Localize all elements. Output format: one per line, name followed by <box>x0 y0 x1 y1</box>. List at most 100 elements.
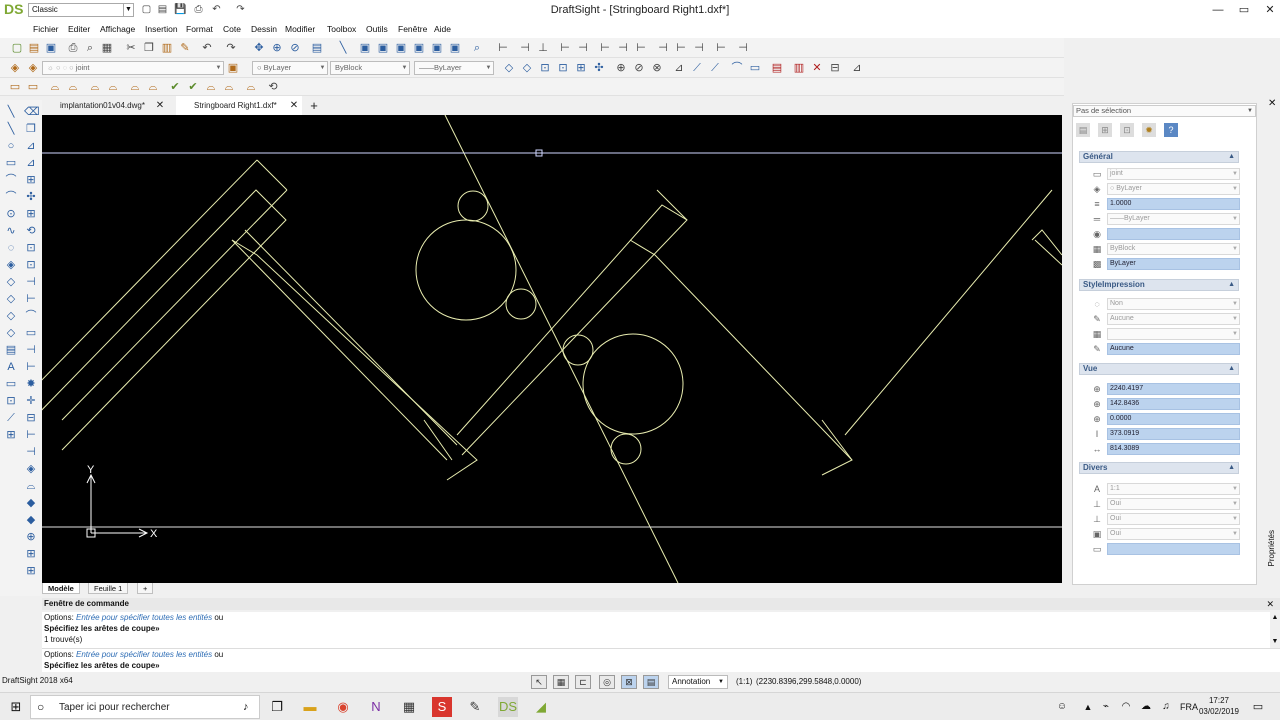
menu-aide[interactable]: Aide <box>434 22 451 36</box>
boundary-icon[interactable]: ◇ <box>4 292 18 306</box>
new-icon[interactable]: ▢ <box>10 41 24 55</box>
print-icon[interactable]: ⎙ <box>192 3 205 16</box>
lock-icon[interactable]: ⌓ <box>244 80 258 94</box>
copy-icon[interactable]: ❐ <box>142 41 156 55</box>
prop-linetype[interactable]: ——ByLayer ▼ <box>1107 213 1240 225</box>
drawing-canvas[interactable]: Y X <box>42 115 1062 583</box>
onenote-icon[interactable]: N <box>366 697 386 717</box>
snap-tool-icon[interactable]: ⊕ <box>24 530 38 544</box>
wifi-icon[interactable]: ◠ <box>1116 697 1136 717</box>
extend-tool-icon[interactable]: ⊢ <box>24 292 38 306</box>
align-icon[interactable]: ⊟ <box>828 61 842 75</box>
people-icon[interactable]: ☺ <box>1052 697 1072 717</box>
taskbar-search[interactable]: ○ Taper ici pour rechercher ♪ <box>30 695 260 719</box>
divide-tool-icon[interactable]: ⊢ <box>24 428 38 442</box>
refresh-icon[interactable]: ⟲ <box>266 80 280 94</box>
ortho-toggle-icon[interactable]: ⊏ <box>575 675 591 689</box>
revision-cloud-icon[interactable]: ◇ <box>4 309 18 323</box>
layer-select[interactable]: ☼ ○ ◌ ○ joint ▼ <box>42 61 224 75</box>
add-sheet-button[interactable]: + <box>137 583 154 594</box>
minimize-button[interactable]: — <box>1204 0 1232 20</box>
menu-format[interactable]: Format <box>186 22 213 36</box>
point-icon[interactable]: ⊙ <box>4 207 18 221</box>
print-preview-icon[interactable]: ⌕ <box>83 41 97 55</box>
command-scrollbar[interactable]: ▲ ▼ <box>1270 612 1280 648</box>
task-view-icon[interactable]: ❐ <box>267 697 287 717</box>
menu-modifier[interactable]: Modifier <box>285 22 315 36</box>
grid-tool-icon[interactable]: ⊞ <box>24 547 38 561</box>
dimension-style-icon[interactable]: ⊣ <box>736 41 750 55</box>
block-icon[interactable]: ⊞ <box>4 428 18 442</box>
extend-icon[interactable]: ⟋ <box>690 61 704 75</box>
zoom-window-icon[interactable]: ⊘ <box>288 41 302 55</box>
chrome-icon[interactable]: ◉ <box>333 697 353 717</box>
polar-toggle-icon[interactable]: ◎ <box>599 675 615 689</box>
menu-affichage[interactable]: Affichage <box>100 22 135 36</box>
network-icon[interactable]: ⌁ <box>1096 697 1116 717</box>
prop-ucs-name[interactable] <box>1107 543 1240 555</box>
pattern-icon[interactable]: ⊞ <box>574 61 588 75</box>
dimension-aligned-icon[interactable]: ⊣ <box>518 41 532 55</box>
color-select[interactable]: ○ ByLayer ▼ <box>252 61 328 75</box>
prop-annotation-scale[interactable]: 1:1 ▼ <box>1107 483 1240 495</box>
paint-tool-icon[interactable]: ◆ <box>24 496 38 510</box>
prop-ucs-icon-on[interactable]: Oui ▼ <box>1107 498 1240 510</box>
xref-icon[interactable]: ⌓ <box>66 80 80 94</box>
esnap-toggle-icon[interactable]: ⊠ <box>621 675 637 689</box>
join-tool-icon[interactable]: ⊢ <box>24 360 38 374</box>
prop-print-style[interactable]: Non ▼ <box>1107 298 1240 310</box>
workspace-select[interactable]: Classic ▼ <box>28 3 134 17</box>
chamfer-tool-icon[interactable]: ▭ <box>24 326 38 340</box>
infinite-line-icon[interactable]: ╲ <box>4 122 18 136</box>
undo-icon[interactable]: ↶ <box>200 41 214 55</box>
offset-icon[interactable]: ⊡ <box>556 61 570 75</box>
check-icon[interactable]: ✔ <box>168 80 182 94</box>
offset-tool-icon[interactable]: ⊿ <box>24 156 38 170</box>
paste-icon[interactable]: ▥ <box>160 41 174 55</box>
selection-select[interactable]: Pas de sélection ▼ <box>1073 105 1256 117</box>
measure-icon[interactable]: ⊿ <box>850 61 864 75</box>
attach-icon[interactable]: ⌓ <box>48 80 62 94</box>
menu-toolbox[interactable]: Toolbox <box>327 22 356 36</box>
windows-start-icon[interactable]: ⊞ <box>6 697 26 717</box>
ortho-tool-icon[interactable]: ⊞ <box>24 564 38 578</box>
clock-time[interactable]: 17:27 <box>1202 696 1236 705</box>
layer-state-icon[interactable]: ◈ <box>26 61 40 75</box>
hatch-icon[interactable]: ◈ <box>4 258 18 272</box>
notification-icon[interactable]: ▭ <box>1248 697 1268 717</box>
menu-fichier[interactable]: Fichier <box>33 22 59 36</box>
prop-color[interactable]: ○ ByLayer ▼ <box>1107 183 1240 195</box>
move-tool-icon[interactable]: ✣ <box>24 190 38 204</box>
block-define-icon[interactable]: ⌓ <box>88 80 102 94</box>
help-icon[interactable]: ? <box>1164 123 1178 137</box>
clock-date[interactable]: 03/02/2019 <box>1198 707 1240 716</box>
section-misc[interactable]: Divers ▲ <box>1079 462 1239 474</box>
volume-icon[interactable]: ♫ <box>1156 697 1176 717</box>
option-link[interactable]: Entrée pour spécifier toutes les entités <box>76 650 212 659</box>
menu-fenetre[interactable]: Fenêtre <box>398 22 427 36</box>
stretch-icon[interactable]: ⊗ <box>650 61 664 75</box>
pan-icon[interactable]: ✥ <box>252 41 266 55</box>
scale-icon[interactable]: ⊘ <box>632 61 646 75</box>
view-bottom-icon[interactable]: ▣ <box>376 41 390 55</box>
block-save-icon[interactable]: ⌓ <box>128 80 142 94</box>
calculator-icon[interactable]: ▦ <box>399 697 419 717</box>
insert-block-icon[interactable]: ▭ <box>8 80 22 94</box>
dimension-diameter-icon[interactable]: ⊣ <box>576 41 590 55</box>
rectangle-icon[interactable]: ▭ <box>4 156 18 170</box>
pattern-tool-icon[interactable]: ⊞ <box>24 173 38 187</box>
close-icon[interactable]: ✕ <box>1266 598 1274 610</box>
block-edit-icon[interactable]: ⌓ <box>106 80 120 94</box>
menu-editer[interactable]: Editer <box>68 22 90 36</box>
view-front-icon[interactable]: ▣ <box>430 41 444 55</box>
scale-tool-icon[interactable]: ⊡ <box>24 241 38 255</box>
erase-icon[interactable]: ◇ <box>502 61 516 75</box>
dimension-radius-icon[interactable]: ⊢ <box>558 41 572 55</box>
check-all-icon[interactable]: ✔ <box>186 80 200 94</box>
chamfer-icon[interactable]: ⌒ <box>730 61 744 75</box>
draftsight-taskbar-icon[interactable]: DS <box>498 697 518 717</box>
menu-outils[interactable]: Outils <box>366 22 388 36</box>
annotation-select[interactable]: Annotation ▼ <box>668 675 728 689</box>
line-weight-icon[interactable]: ╲ <box>336 41 350 55</box>
mirror-icon[interactable]: ⊡ <box>538 61 552 75</box>
